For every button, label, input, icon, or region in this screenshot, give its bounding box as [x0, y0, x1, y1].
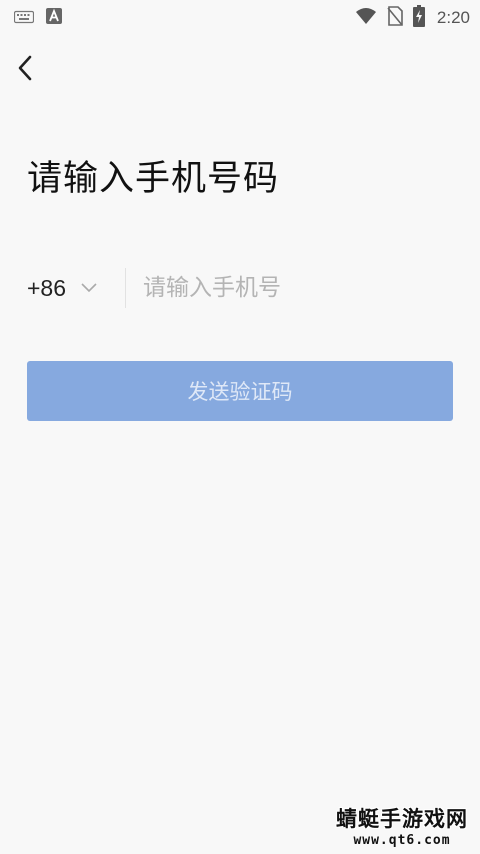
- no-sim-icon: [387, 6, 403, 30]
- status-bar: 2:20: [0, 0, 480, 32]
- watermark-url: www.qt6.com: [353, 833, 451, 848]
- chevron-left-icon: [16, 54, 36, 86]
- page-title: 请输入手机号码: [27, 159, 280, 199]
- status-time: 2:20: [436, 8, 470, 27]
- watermark: 蜻蜓手游戏网 www.qt6.com: [336, 803, 468, 848]
- watermark-title: 蜻蜓手游戏网: [336, 807, 468, 831]
- phone-number-input[interactable]: [143, 268, 443, 308]
- country-code-selector[interactable]: +86: [27, 270, 98, 306]
- battery-charging-icon: [412, 5, 425, 31]
- country-code-label: +86: [27, 274, 67, 301]
- input-divider: [125, 268, 126, 308]
- chevron-down-icon: [80, 279, 98, 298]
- status-right-icons: 2:20: [355, 5, 470, 31]
- status-left-icons: [13, 8, 62, 28]
- wifi-icon: [355, 7, 377, 29]
- back-button[interactable]: [6, 50, 46, 90]
- keyboard-icon: [13, 9, 35, 28]
- phone-input-row: +86: [27, 262, 453, 314]
- app-a-icon: [46, 8, 62, 28]
- send-code-button[interactable]: 发送验证码: [27, 361, 453, 421]
